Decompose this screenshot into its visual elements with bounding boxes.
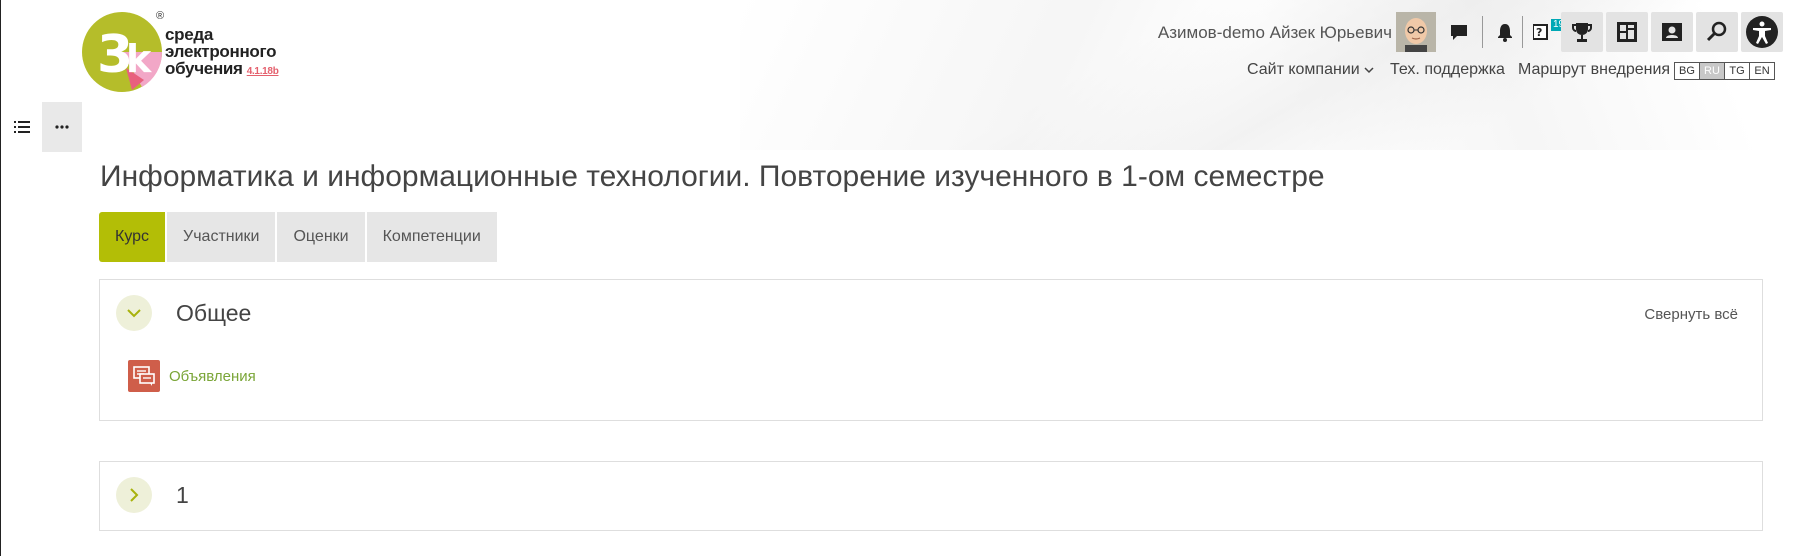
language-switcher: BG RU TG EN	[1674, 62, 1775, 80]
chevron-right-icon	[130, 488, 139, 502]
bell-icon[interactable]	[1488, 12, 1522, 52]
header-divider	[1482, 16, 1483, 48]
nav-support[interactable]: Тех. поддержка	[1390, 61, 1505, 79]
collapse-all-link[interactable]: Свернуть всё	[1644, 306, 1738, 323]
section-title[interactable]: 1	[176, 482, 189, 509]
dashboard-icon[interactable]	[1606, 12, 1648, 52]
lang-en[interactable]: EN	[1750, 63, 1774, 79]
nav-company-site-label: Сайт компании	[1247, 61, 1360, 78]
nav-company-site[interactable]: Сайт компании	[1247, 61, 1374, 79]
chevron-down-icon	[127, 309, 141, 318]
header-divider	[1522, 16, 1523, 48]
svg-text:k: k	[126, 37, 152, 81]
logo-line-2: электронного	[165, 42, 277, 61]
user-name[interactable]: Азимов-demo Айзек Юрьевич	[1158, 23, 1392, 43]
list-icon	[14, 121, 30, 133]
window-edge	[0, 0, 1, 556]
tab-grades[interactable]: Оценки	[277, 212, 365, 262]
course-tabs: Курс Участники Оценки Компетенции	[99, 212, 499, 262]
section-collapse-toggle[interactable]	[116, 295, 152, 331]
help-icon[interactable]: ? 19	[1528, 12, 1567, 52]
profile-card-icon[interactable]	[1651, 12, 1693, 52]
registered-mark: ®	[156, 10, 165, 22]
nav-roadmap[interactable]: Маршрут внедрения	[1518, 61, 1670, 79]
activity-label: Объявления	[169, 367, 256, 385]
chevron-down-icon	[1364, 67, 1374, 74]
trophy-icon[interactable]	[1561, 12, 1603, 52]
site-logo[interactable]: 3 k ® среда электронного обучения 4.1.18b	[82, 10, 302, 94]
section-general: Общее Свернуть всё Объявления	[99, 279, 1763, 421]
course-index-toggle[interactable]	[2, 102, 42, 152]
tab-course[interactable]: Курс	[99, 212, 166, 262]
tab-participants[interactable]: Участники	[167, 212, 276, 262]
tab-competencies[interactable]: Компетенции	[366, 212, 497, 262]
activity-announcements[interactable]: Объявления	[128, 360, 256, 392]
accessibility-icon[interactable]	[1741, 12, 1783, 52]
more-actions-button[interactable]	[42, 102, 82, 152]
lang-tg[interactable]: TG	[1725, 63, 1750, 79]
chat-icon[interactable]	[1442, 12, 1476, 52]
search-icon[interactable]	[1696, 12, 1738, 52]
logo-text: среда электронного обучения 4.1.18b	[165, 26, 279, 80]
forum-icon	[128, 360, 160, 392]
lang-ru[interactable]: RU	[1700, 63, 1725, 79]
page-title: Информатика и информационные технологии.…	[100, 160, 1325, 193]
logo-mark: 3 k	[82, 12, 163, 92]
avatar[interactable]	[1396, 12, 1436, 52]
section-title[interactable]: Общее	[176, 300, 251, 327]
logo-line-1: среда	[165, 25, 214, 44]
section-1: 1	[99, 461, 1763, 531]
section-expand-toggle[interactable]	[116, 477, 152, 513]
more-icon	[55, 125, 69, 129]
logo-version[interactable]: 4.1.18b	[247, 66, 279, 77]
logo-line-3: обучения	[165, 59, 243, 78]
lang-bg[interactable]: BG	[1675, 63, 1700, 79]
svg-text:?: ?	[1536, 26, 1542, 39]
